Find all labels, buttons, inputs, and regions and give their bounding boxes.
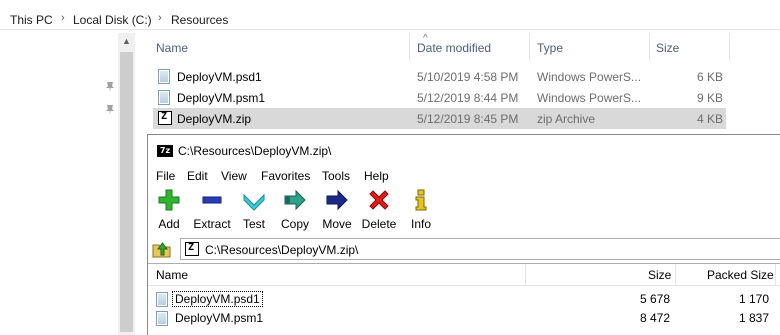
- path-field[interactable]: C:\Resources\DeployVM.zip\: [180, 238, 780, 260]
- pin-icon[interactable]: [104, 81, 116, 93]
- menu-tools[interactable]: Tools: [322, 169, 350, 183]
- 7zip-logo-icon: 7z: [157, 145, 173, 157]
- extract-button[interactable]: Extract: [192, 189, 232, 231]
- scroll-up-icon[interactable]: ▲: [118, 33, 135, 50]
- file-list-header: Name ^ Date modified Type Size: [148, 33, 780, 61]
- 7zip-archive-icon: [185, 242, 199, 256]
- breadcrumb-local-disk[interactable]: Local Disk (C:): [73, 13, 152, 27]
- menu-edit[interactable]: Edit: [187, 169, 208, 183]
- add-label: Add: [158, 217, 180, 231]
- menu-favorites[interactable]: Favorites: [261, 169, 310, 183]
- copy-button[interactable]: Copy: [279, 189, 311, 231]
- list-item[interactable]: DeployVM.psm1 8 472 1 837: [148, 309, 780, 328]
- column-size[interactable]: Size: [656, 41, 679, 55]
- menu-bar: File Edit View Favorites Tools Help: [148, 165, 780, 187]
- window-title-bar[interactable]: 7z C:\Resources\DeployVM.zip\: [148, 135, 780, 165]
- breadcrumb-resources[interactable]: Resources: [171, 13, 228, 27]
- archive-list-header: Name Size Packed Size: [148, 264, 780, 286]
- file-size: 6 KB: [696, 70, 723, 84]
- file-size: 9 KB: [696, 91, 723, 105]
- delete-x-icon: [368, 189, 390, 211]
- column-type[interactable]: Type: [537, 41, 563, 55]
- info-label: Info: [410, 217, 431, 231]
- file-type: Windows PowerS...: [537, 91, 642, 105]
- breadcrumb-this-pc[interactable]: This PC: [10, 13, 53, 27]
- file-date: 5/12/2019 8:44 PM: [417, 91, 519, 105]
- file-row[interactable]: DeployVM.psd1 5/10/2019 4:58 PM Windows …: [153, 66, 726, 87]
- file-size: 4 KB: [696, 112, 723, 126]
- extract-label: Extract: [193, 217, 231, 231]
- file-row-selected[interactable]: DeployVM.zip 5/12/2019 8:45 PM zip Archi…: [153, 108, 726, 129]
- column-divider[interactable]: [649, 33, 650, 61]
- scrollbar-thumb[interactable]: [120, 52, 133, 332]
- vertical-scrollbar[interactable]: ▲: [118, 33, 135, 335]
- delete-label: Delete: [361, 217, 397, 231]
- document-icon: [156, 292, 170, 307]
- column-size[interactable]: Size: [648, 268, 671, 282]
- pin-icon[interactable]: [104, 104, 116, 116]
- item-name: DeployVM.psm1: [175, 311, 264, 325]
- file-type: zip Archive: [537, 112, 596, 126]
- navigation-pane: [0, 33, 118, 335]
- file-date: 5/12/2019 8:45 PM: [417, 112, 519, 126]
- path-text: C:\Resources\DeployVM.zip\: [205, 243, 359, 257]
- file-name: DeployVM.psd1: [177, 70, 262, 84]
- column-divider[interactable]: [409, 33, 410, 61]
- info-icon: [410, 189, 432, 211]
- add-button[interactable]: Add: [156, 189, 182, 231]
- folder-up-icon[interactable]: [152, 240, 172, 258]
- column-divider[interactable]: [525, 264, 526, 286]
- move-arrow-icon: [326, 189, 348, 211]
- toolbar: Add Extract Test Copy Move Delete Info: [148, 187, 780, 234]
- column-name[interactable]: Name: [156, 41, 188, 55]
- column-packed-size[interactable]: Packed Size: [707, 268, 774, 282]
- document-icon: [158, 69, 172, 84]
- breadcrumb[interactable]: This PC › Local Disk (C:) › Resources: [0, 4, 780, 30]
- chevron-right-icon[interactable]: ›: [158, 12, 162, 24]
- delete-button[interactable]: Delete: [361, 189, 397, 231]
- archive-list: Name Size Packed Size DeployVM.psd1 5 67…: [148, 263, 780, 335]
- item-packed-size: 1 170: [738, 292, 769, 306]
- column-divider[interactable]: [729, 33, 730, 61]
- info-button[interactable]: Info: [408, 189, 434, 231]
- file-name: DeployVM.psm1: [177, 91, 266, 105]
- list-item[interactable]: DeployVM.psd1 5 678 1 170: [148, 290, 780, 309]
- menu-help[interactable]: Help: [364, 169, 389, 183]
- 7zip-archive-icon: [158, 111, 172, 126]
- menu-view[interactable]: View: [221, 169, 247, 183]
- plus-icon: [158, 189, 180, 211]
- column-date-modified[interactable]: Date modified: [417, 41, 491, 55]
- minus-icon: [201, 189, 223, 211]
- test-label: Test: [242, 217, 265, 231]
- 7zip-window: 7z C:\Resources\DeployVM.zip\ File Edit …: [147, 134, 780, 335]
- item-size: 5 678: [639, 292, 670, 306]
- menu-file[interactable]: File: [156, 169, 175, 183]
- copy-arrow-icon: [284, 189, 306, 211]
- copy-label: Copy: [280, 217, 309, 231]
- move-label: Move: [322, 217, 352, 231]
- check-icon: [243, 189, 265, 211]
- column-divider[interactable]: [529, 33, 530, 61]
- column-name[interactable]: Name: [156, 268, 188, 282]
- file-row[interactable]: DeployVM.psm1 5/12/2019 8:44 PM Windows …: [153, 87, 726, 108]
- file-date: 5/10/2019 4:58 PM: [417, 70, 519, 84]
- chevron-right-icon[interactable]: ›: [61, 12, 65, 24]
- move-button[interactable]: Move: [320, 189, 354, 231]
- file-name: DeployVM.zip: [177, 112, 252, 126]
- file-type: Windows PowerS...: [537, 70, 642, 84]
- address-bar: This PC › Local Disk (C:) › Resources: [0, 0, 780, 33]
- document-icon: [158, 90, 172, 105]
- item-size: 8 472: [639, 311, 670, 325]
- window-title: C:\Resources\DeployVM.zip\: [178, 144, 332, 158]
- test-button[interactable]: Test: [241, 189, 267, 231]
- item-packed-size: 1 837: [738, 311, 769, 325]
- column-divider[interactable]: [675, 264, 676, 286]
- path-bar: C:\Resources\DeployVM.zip\: [148, 236, 780, 262]
- document-icon: [156, 311, 170, 326]
- column-divider[interactable]: [775, 264, 776, 286]
- item-name: DeployVM.psd1: [172, 291, 263, 307]
